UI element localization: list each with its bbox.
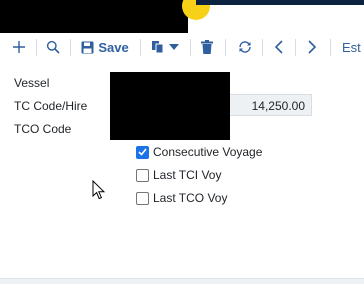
search-icon	[46, 40, 60, 54]
redacted-header-area	[0, 0, 188, 33]
next-button[interactable]	[303, 33, 321, 61]
checkbox-label: Last TCI Voy	[153, 168, 222, 182]
toolbar-divider	[225, 39, 226, 56]
redacted-area	[110, 72, 230, 140]
refresh-button[interactable]	[234, 33, 256, 61]
estimate-label: Est	[342, 39, 361, 55]
bottom-panel-edge	[0, 278, 364, 284]
mouse-pointer-icon	[92, 180, 105, 200]
plus-icon	[13, 41, 25, 53]
trash-icon	[201, 40, 213, 54]
toolbar-divider	[140, 39, 141, 56]
toolbar: Save Est	[0, 33, 364, 61]
checkbox-unchecked-icon	[136, 168, 149, 182]
floppy-disk-icon	[81, 41, 94, 53]
add-button[interactable]	[8, 33, 30, 61]
estimate-menu-button[interactable]: Est	[342, 33, 364, 61]
last-tci-voy-checkbox[interactable]: Last TCI Voy	[136, 168, 221, 182]
copy-dropdown-button[interactable]	[148, 33, 182, 61]
checkbox-checked-icon	[136, 145, 149, 159]
search-button[interactable]	[42, 33, 64, 61]
tco-code-label: TCO Code	[14, 122, 72, 136]
last-tco-voy-checkbox[interactable]: Last TCO Voy	[136, 191, 227, 205]
toolbar-divider	[262, 39, 263, 56]
header-accent-strip	[196, 0, 364, 5]
save-button[interactable]: Save	[78, 33, 132, 61]
save-label: Save	[98, 39, 129, 55]
checkbox-label: Last TCO Voy	[153, 191, 228, 205]
previous-button[interactable]	[270, 33, 288, 61]
toolbar-divider	[190, 39, 191, 56]
chevron-right-icon	[308, 40, 316, 54]
toolbar-divider	[330, 39, 331, 56]
tc-hire-field[interactable]: 14,250.00	[226, 94, 312, 116]
tc-code-hire-label: TC Code/Hire	[14, 99, 88, 113]
caret-down-icon	[169, 44, 179, 50]
toolbar-divider	[295, 39, 296, 56]
toolbar-divider	[70, 39, 71, 56]
checkbox-label: Consecutive Voyage	[153, 145, 263, 159]
chevron-left-icon	[275, 40, 283, 54]
vessel-label: Vessel	[14, 76, 50, 90]
consecutive-voyage-checkbox[interactable]: Consecutive Voyage	[136, 145, 262, 159]
copy-icon	[152, 41, 164, 54]
top-header	[0, 0, 364, 33]
checkbox-unchecked-icon	[136, 191, 149, 205]
toolbar-divider	[36, 39, 37, 56]
refresh-icon	[239, 41, 251, 53]
delete-button[interactable]	[197, 33, 217, 61]
